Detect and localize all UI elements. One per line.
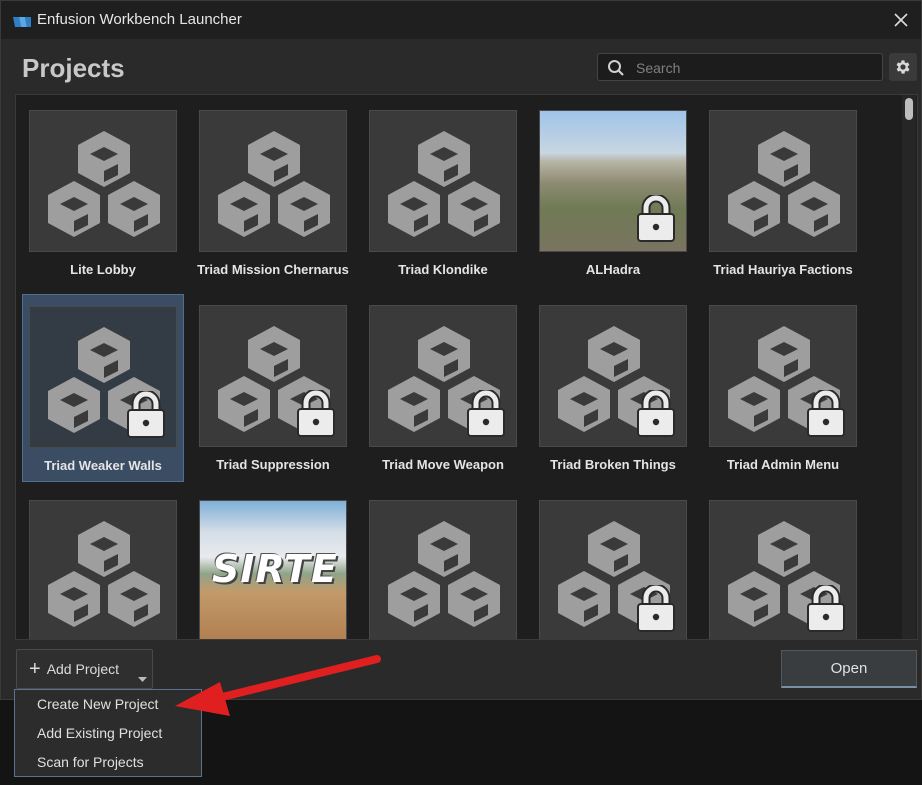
project-thumbnail [29, 110, 177, 252]
cubes-icon [48, 521, 160, 627]
project-card[interactable]: Triad Klondike [362, 99, 524, 287]
lock-icon [637, 585, 675, 632]
project-grid-area: Lite Lobby Triad Mission Chernarus Triad… [15, 94, 918, 640]
lock-icon [467, 390, 505, 437]
title-bar: Enfusion Workbench Launcher [1, 1, 921, 39]
page-title: Projects [22, 53, 125, 83]
window-title: Enfusion Workbench Launcher [37, 11, 242, 28]
project-thumbnail: SIRTE [199, 500, 347, 639]
project-thumbnail [199, 110, 347, 252]
project-thumbnail [539, 110, 687, 252]
project-thumbnail [199, 305, 347, 447]
project-thumbnail [29, 306, 177, 448]
add-project-label: Add Project [46, 661, 120, 677]
project-label: Triad Admin Menu [726, 457, 840, 472]
project-card[interactable]: Triad Hauriya Factions [702, 99, 864, 287]
lock-icon [807, 390, 845, 437]
menu-item-add-existing-project[interactable]: Add Existing Project [15, 719, 201, 748]
launcher-window: Enfusion Workbench Launcher Projects Sea… [0, 0, 922, 700]
lock-icon [637, 390, 675, 437]
project-label: Triad Broken Things [550, 457, 676, 472]
project-thumbnail [709, 500, 857, 639]
plus-icon: + [29, 658, 41, 680]
project-card[interactable] [362, 489, 524, 639]
cubes-icon [388, 521, 500, 627]
project-thumbnail [539, 500, 687, 639]
project-thumbnail [369, 110, 517, 252]
vertical-scrollbar[interactable] [902, 95, 916, 639]
settings-button[interactable] [889, 53, 917, 81]
project-thumbnail [539, 305, 687, 447]
lock-icon [127, 391, 165, 438]
project-card[interactable]: Triad Suppression [192, 294, 354, 482]
project-card[interactable] [702, 489, 864, 639]
lock-icon [637, 195, 675, 242]
menu-item-scan-for-projects[interactable]: Scan for Projects [15, 748, 201, 777]
project-card[interactable]: Triad Admin Menu [702, 294, 864, 482]
cubes-icon [728, 131, 840, 237]
search-box[interactable] [597, 53, 883, 81]
project-label: Triad Suppression [216, 457, 330, 472]
project-card[interactable] [22, 489, 184, 639]
sirte-image-text: SIRTE [212, 547, 338, 591]
search-icon [608, 60, 624, 76]
project-thumbnail [709, 110, 857, 252]
gear-icon [896, 60, 910, 74]
red-arrow-annotation [175, 655, 381, 716]
project-card[interactable]: Triad Move Weapon [362, 294, 524, 482]
project-card[interactable]: ALHadra [532, 99, 694, 287]
project-label: Triad Klondike [398, 262, 488, 277]
project-label: Lite Lobby [70, 262, 136, 277]
scrollbar-thumb[interactable] [905, 98, 913, 120]
project-card[interactable]: Triad Mission Chernarus [192, 99, 354, 287]
project-thumbnail [369, 500, 517, 639]
project-label: Triad Move Weapon [382, 457, 504, 472]
project-card[interactable] [532, 489, 694, 639]
project-label: ALHadra [585, 262, 641, 277]
cubes-icon [388, 131, 500, 237]
project-label: Triad Mission Chernarus [197, 262, 349, 277]
project-thumbnail [29, 500, 177, 639]
lock-icon [807, 585, 845, 632]
project-card[interactable]: Triad Broken Things [532, 294, 694, 482]
project-label: Triad Weaker Walls [44, 458, 162, 473]
project-card[interactable]: Triad Weaker Walls [22, 294, 184, 482]
project-grid: Lite Lobby Triad Mission Chernarus Triad… [22, 99, 892, 639]
open-button[interactable]: Open [781, 650, 917, 688]
lock-icon [297, 390, 335, 437]
search-input[interactable] [634, 57, 878, 79]
enfusion-logo-icon [13, 14, 31, 32]
add-project-button[interactable]: + Add Project [16, 649, 153, 689]
project-thumbnail [369, 305, 517, 447]
dropdown-caret-icon [138, 677, 147, 682]
close-button[interactable] [881, 1, 921, 39]
project-label: Triad Hauriya Factions [713, 262, 853, 277]
project-card[interactable]: Lite Lobby [22, 99, 184, 287]
close-icon [894, 13, 908, 27]
project-card[interactable]: SIRTE [192, 489, 354, 639]
cubes-icon [48, 131, 160, 237]
project-thumbnail [709, 305, 857, 447]
cubes-icon [218, 131, 330, 237]
